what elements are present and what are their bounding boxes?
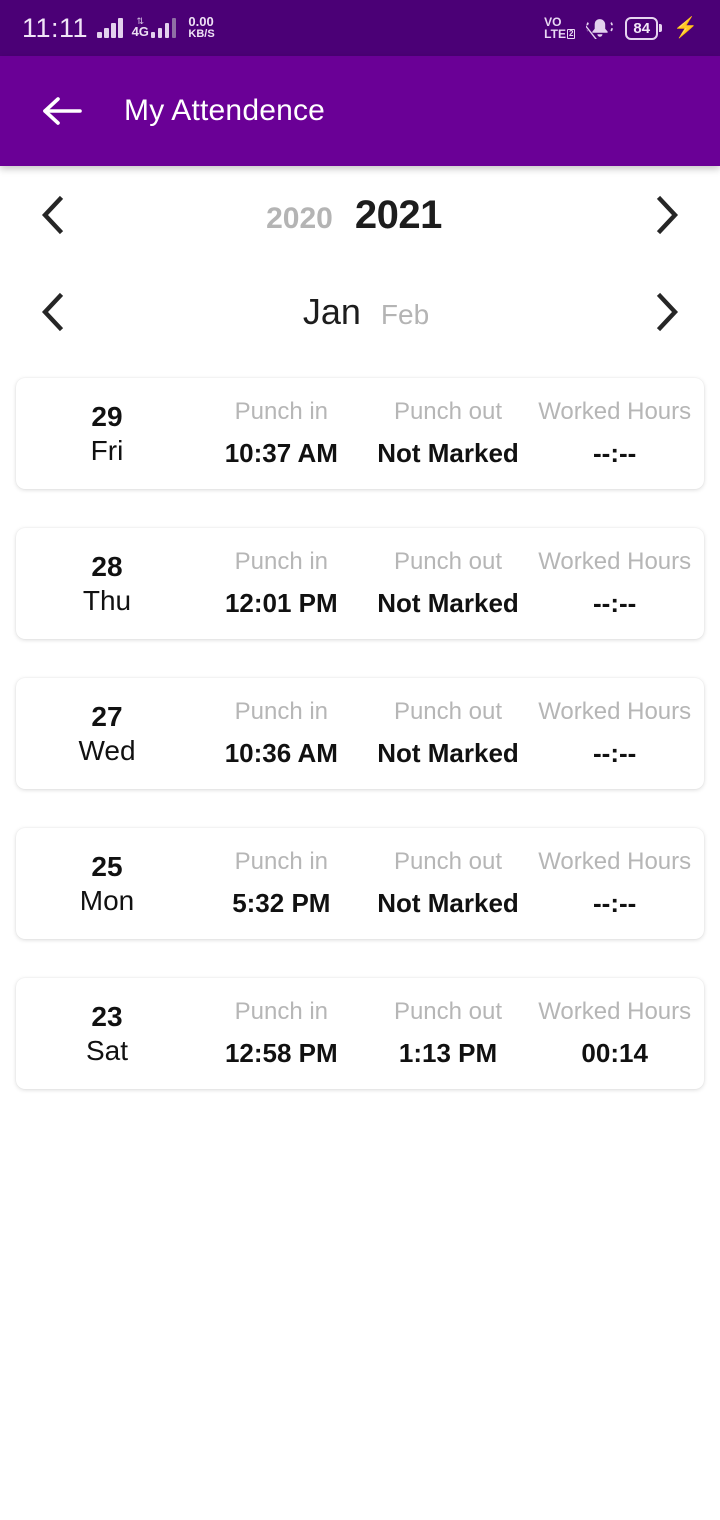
worked-hours-header: Worked Hours (538, 698, 692, 725)
punch-out-header: Punch out (393, 848, 503, 875)
network-type-icon: ⇅ 4G (131, 17, 177, 39)
data-speed: 0.00 KB/S (188, 14, 215, 40)
worked-hours-value: --:-- (593, 888, 637, 918)
year-previous[interactable]: 2020 (266, 202, 333, 236)
date-weekday: Fri (90, 434, 124, 466)
worked-hours-value: --:-- (593, 738, 637, 768)
worked-hours-header: Worked Hours (538, 398, 692, 425)
year-selected[interactable]: 2021 (355, 193, 442, 238)
volte-sim-index: 2 (566, 29, 576, 39)
date-column: 23 Sat (16, 978, 198, 1089)
punch-out-header: Punch out (393, 998, 503, 1025)
date-number: 23 (91, 1000, 123, 1032)
worked-hours-header: Worked Hours (538, 848, 692, 875)
attendance-values: Punch in Punch out Worked Hours 12:58 PM 1:1… (198, 978, 698, 1089)
month-selector: Jan Feb (0, 264, 720, 360)
date-weekday: Thu (82, 584, 132, 616)
worked-hours-value: --:-- (593, 588, 637, 618)
date-number: 29 (91, 400, 123, 432)
attendance-values: Punch in Punch out Worked Hours 10:37 AM Not… (198, 378, 698, 489)
attendance-card[interactable]: 29 Fri Punch in Punch out Worked Hours 10:37 … (16, 378, 704, 489)
date-number: 27 (91, 700, 123, 732)
status-bar-left: 11:11 ⇅ 4G 0.00 KB/S (22, 13, 215, 44)
attendance-values: Punch in Punch out Worked Hours 5:32 PM Not … (198, 828, 698, 939)
battery-nub-icon (659, 24, 663, 32)
punch-in-value: 5:32 PM (232, 888, 331, 918)
worked-hours-header: Worked Hours (538, 548, 692, 575)
punch-out-header: Punch out (393, 698, 503, 725)
attendance-list: 29 Fri Punch in Punch out Worked Hours 10:37 … (0, 360, 720, 1089)
date-weekday: Sat (85, 1034, 129, 1066)
worked-hours-value: --:-- (593, 438, 637, 468)
attendance-card[interactable]: 25 Mon Punch in Punch out Worked Hours 5:32 P… (16, 828, 704, 939)
battery-percent: 84 (625, 16, 659, 40)
punch-in-header: Punch in (234, 998, 329, 1025)
status-bar: 11:11 ⇅ 4G 0.00 KB/S VO LTE 2 84 ⚡ (0, 0, 720, 56)
punch-in-header: Punch in (234, 698, 329, 725)
date-column: 28 Thu (16, 528, 198, 639)
bell-muted-icon (580, 17, 614, 43)
page-title: My Attendence (124, 94, 326, 127)
month-next-button[interactable] (640, 285, 694, 339)
year-next-button[interactable] (640, 188, 694, 242)
date-number: 28 (91, 550, 123, 582)
year-selector: 2020 2021 (0, 166, 720, 264)
punch-out-value: Not Marked (377, 888, 519, 918)
chevron-left-icon (41, 292, 64, 332)
year-prev-button[interactable] (26, 188, 80, 242)
signal-bars-icon (97, 18, 123, 38)
battery-indicator: 84 (625, 16, 663, 40)
chevron-right-icon (656, 292, 679, 332)
worked-hours-header: Worked Hours (538, 998, 692, 1025)
month-next[interactable]: Feb (381, 299, 429, 331)
punch-in-value: 10:36 AM (224, 738, 338, 768)
attendance-card[interactable]: 28 Thu Punch in Punch out Worked Hours 12:01 … (16, 528, 704, 639)
status-bar-right: VO LTE 2 84 ⚡ (544, 16, 698, 43)
date-column: 25 Mon (16, 828, 198, 939)
punch-in-header: Punch in (234, 848, 329, 875)
date-column: 29 Fri (16, 378, 198, 489)
date-weekday: Wed (78, 734, 136, 766)
data-speed-value: 0.00 (188, 14, 214, 29)
punch-out-value: 1:13 PM (398, 1038, 498, 1068)
punch-in-value: 12:58 PM (224, 1038, 338, 1068)
punch-out-value: Not Marked (377, 738, 519, 768)
network-generation-label: 4G (131, 24, 149, 39)
attendance-values: Punch in Punch out Worked Hours 12:01 PM Not… (198, 528, 698, 639)
punch-in-value: 12:01 PM (224, 588, 338, 618)
punch-out-header: Punch out (393, 398, 503, 425)
worked-hours-value: 00:14 (581, 1038, 648, 1068)
month-selected[interactable]: Jan (303, 291, 361, 333)
date-weekday: Mon (79, 884, 135, 916)
back-button[interactable] (36, 84, 90, 138)
volte-line2: LTE (544, 27, 566, 41)
punch-in-value: 10:37 AM (224, 438, 338, 468)
date-column: 27 Wed (16, 678, 198, 789)
bolt-icon: ⚡ (673, 17, 698, 39)
attendance-card[interactable]: 27 Wed Punch in Punch out Worked Hours 10:36 … (16, 678, 704, 789)
punch-in-header: Punch in (234, 548, 329, 575)
year-values: 2020 2021 (74, 193, 634, 238)
signal-bars-secondary-icon (150, 18, 177, 38)
month-prev-button[interactable] (26, 285, 80, 339)
punch-in-header: Punch in (234, 398, 329, 425)
status-clock: 11:11 (22, 12, 89, 43)
punch-out-value: Not Marked (377, 588, 519, 618)
chevron-left-icon (41, 195, 64, 235)
data-speed-unit: KB/S (188, 28, 215, 40)
chevron-right-icon (656, 195, 679, 235)
punch-out-header: Punch out (393, 548, 503, 575)
attendance-values: Punch in Punch out Worked Hours 10:36 AM Not… (198, 678, 698, 789)
attendance-card[interactable]: 23 Sat Punch in Punch out Worked Hours 12:58 … (16, 978, 704, 1089)
app-bar: My Attendence (0, 56, 720, 166)
month-values: Jan Feb (86, 291, 646, 333)
volte-icon: VO LTE 2 (544, 16, 576, 41)
arrow-left-icon (43, 97, 82, 125)
date-number: 25 (91, 850, 123, 882)
punch-out-value: Not Marked (377, 438, 519, 468)
